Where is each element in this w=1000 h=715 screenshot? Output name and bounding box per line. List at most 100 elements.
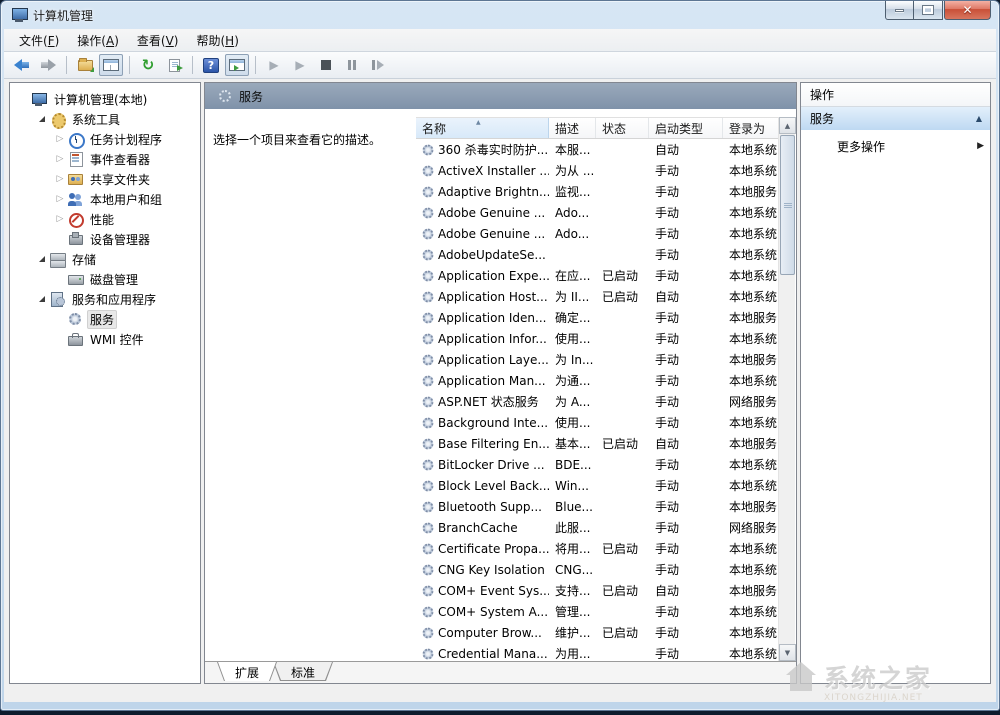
service-row[interactable]: Block Level Back...Win...手动本地系统: [416, 475, 778, 496]
window-title: 计算机管理: [33, 7, 93, 24]
submenu-arrow-icon: ▶: [977, 141, 984, 151]
service-name-cell: COM+ System A...: [416, 605, 549, 619]
tree-item-storage[interactable]: 存储: [10, 249, 200, 269]
menu-help[interactable]: 帮助(H): [187, 29, 247, 52]
tree-item-users[interactable]: ▷本地用户和组: [10, 189, 200, 209]
service-row[interactable]: Adobe Genuine ...Ado...手动本地系统: [416, 223, 778, 244]
service-row[interactable]: COM+ Event Sys...支持...已启动自动本地服务: [416, 580, 778, 601]
device-manager-icon: [68, 232, 83, 246]
expand-arrow-icon[interactable]: ▷: [52, 175, 68, 184]
titlebar[interactable]: 计算机管理 ✕: [1, 1, 999, 29]
service-logon-cell: 本地系统: [723, 204, 778, 221]
tree-item-tools[interactable]: 系统工具: [10, 109, 200, 129]
help-icon[interactable]: ?: [199, 54, 223, 76]
pause-service-icon[interactable]: [340, 54, 364, 76]
service-row[interactable]: Base Filtering En...基本...已启动自动本地服务: [416, 433, 778, 454]
menu-view[interactable]: 查看(V): [128, 29, 188, 52]
service-gear-icon: [423, 501, 434, 512]
service-row[interactable]: Application Infor...使用...手动本地系统: [416, 328, 778, 349]
service-row[interactable]: Application Host...为 II...已启动自动本地系统: [416, 286, 778, 307]
service-row[interactable]: 360 杀毒实时防护...本服...自动本地系统: [416, 139, 778, 160]
service-row[interactable]: Background Inte...使用...手动本地系统: [416, 412, 778, 433]
forward-icon[interactable]: [36, 54, 60, 76]
expand-arrow-icon[interactable]: ▷: [52, 135, 68, 144]
show-console-tree-icon[interactable]: [73, 54, 97, 76]
service-row[interactable]: Application Man...为通...手动本地系统: [416, 370, 778, 391]
service-row[interactable]: Adaptive Brightn...监视...手动本地服务: [416, 181, 778, 202]
service-name-cell: ASP.NET 状态服务: [416, 393, 549, 410]
service-name-cell: Computer Brow...: [416, 626, 549, 640]
tab-extended[interactable]: 扩展: [217, 662, 277, 681]
scroll-down-button[interactable]: ▼: [779, 644, 796, 661]
close-button[interactable]: ✕: [944, 1, 991, 20]
column-header-description[interactable]: 描述: [549, 118, 596, 138]
resume-service-icon[interactable]: ▶: [288, 54, 312, 76]
tab-standard[interactable]: 标准: [273, 662, 333, 681]
tree-item-computer[interactable]: 计算机管理(本地): [10, 89, 200, 109]
menu-action[interactable]: 操作(A): [68, 29, 128, 52]
scroll-up-button[interactable]: ▲: [779, 117, 796, 134]
service-row[interactable]: ASP.NET 状态服务为 A...手动网络服务: [416, 391, 778, 412]
service-row[interactable]: Application Iden...确定...手动本地服务: [416, 307, 778, 328]
service-logon-cell: 本地系统: [723, 477, 778, 494]
tree-item-services-apps[interactable]: 服务和应用程序: [10, 289, 200, 309]
expand-arrow-icon[interactable]: ▷: [52, 195, 68, 204]
tree-item-scheduler[interactable]: ▷任务计划程序: [10, 129, 200, 149]
export-list-icon[interactable]: [162, 54, 186, 76]
service-row[interactable]: Credential Mana...为用...手动本地系统: [416, 643, 778, 661]
start-service-icon[interactable]: ▶: [262, 54, 286, 76]
column-header-name[interactable]: 名称 ▲: [416, 118, 549, 138]
service-row[interactable]: COM+ System A...管理...手动本地系统: [416, 601, 778, 622]
minimize-button[interactable]: [885, 1, 914, 20]
show-action-pane-icon[interactable]: [225, 54, 249, 76]
service-row[interactable]: Application Expe...在应...已启动手动本地系统: [416, 265, 778, 286]
service-row[interactable]: Adobe Genuine ...Ado...手动本地系统: [416, 202, 778, 223]
console-window-icon[interactable]: [99, 54, 123, 76]
restart-service-icon[interactable]: [366, 54, 390, 76]
service-row[interactable]: ActiveX Installer ...为从 ...手动本地系统: [416, 160, 778, 181]
service-row[interactable]: CNG Key IsolationCNG...手动本地系统: [416, 559, 778, 580]
collapse-arrow-icon[interactable]: [34, 296, 50, 302]
service-description-cell: 本服...: [549, 141, 596, 158]
tree-item-performance[interactable]: ▷性能: [10, 209, 200, 229]
actions-services-section[interactable]: 服务 ▲: [801, 107, 990, 131]
tree-item-event-viewer[interactable]: ▷事件查看器: [10, 149, 200, 169]
service-name-cell: COM+ Event Sys...: [416, 584, 549, 598]
collapse-section-icon[interactable]: ▲: [976, 114, 982, 123]
refresh-icon[interactable]: ↻: [136, 54, 160, 76]
tree-item-shared-folders[interactable]: ▷共享文件夹: [10, 169, 200, 189]
service-description-cell: Win...: [549, 479, 596, 493]
service-row[interactable]: BitLocker Drive ...BDE...手动本地系统: [416, 454, 778, 475]
service-row[interactable]: Application Laye...为 In...手动本地服务: [416, 349, 778, 370]
service-name-cell: BitLocker Drive ...: [416, 458, 549, 472]
service-startup-cell: 自动: [649, 435, 723, 452]
column-header-startup-type[interactable]: 启动类型: [649, 118, 723, 138]
tree-item-label: 服务和应用程序: [69, 290, 159, 309]
menu-file[interactable]: 文件(F): [10, 29, 68, 52]
service-startup-cell: 手动: [649, 540, 723, 557]
more-actions-item[interactable]: 更多操作 ▶: [801, 131, 990, 161]
service-gear-icon: [423, 228, 434, 239]
service-row[interactable]: Bluetooth Supp...Blue...手动本地服务: [416, 496, 778, 517]
expand-arrow-icon[interactable]: ▷: [52, 215, 68, 224]
column-header-status[interactable]: 状态: [596, 118, 649, 138]
collapse-arrow-icon[interactable]: [34, 116, 50, 122]
stop-service-icon[interactable]: [314, 54, 338, 76]
service-description-cell: 基本...: [549, 435, 596, 452]
maximize-button[interactable]: [914, 1, 943, 20]
service-row[interactable]: Certificate Propa...将用...已启动手动本地系统: [416, 538, 778, 559]
service-row[interactable]: Computer Brow...维护...已启动手动本地系统: [416, 622, 778, 643]
expand-arrow-icon[interactable]: ▷: [52, 155, 68, 164]
back-icon[interactable]: [10, 54, 34, 76]
column-header-logon-as[interactable]: 登录为: [723, 118, 778, 138]
performance-icon: [68, 212, 83, 226]
scrollbar-thumb[interactable]: [780, 135, 795, 275]
vertical-scrollbar[interactable]: ▲ ▼: [778, 117, 795, 661]
tree-item-disk-management[interactable]: 磁盘管理: [10, 269, 200, 289]
service-row[interactable]: AdobeUpdateSe...手动本地系统: [416, 244, 778, 265]
tree-item-services[interactable]: 服务: [10, 309, 200, 329]
service-row[interactable]: BranchCache此服...手动网络服务: [416, 517, 778, 538]
tree-item-wmi[interactable]: WMI 控件: [10, 329, 200, 349]
collapse-arrow-icon[interactable]: [34, 256, 50, 262]
tree-item-device-manager[interactable]: 设备管理器: [10, 229, 200, 249]
